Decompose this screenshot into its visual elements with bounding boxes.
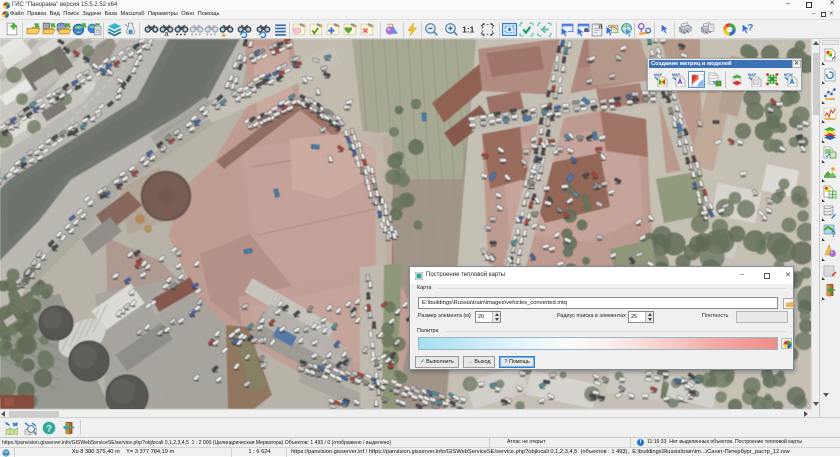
svg-text:MAP: MAP [654, 73, 663, 77]
svg-text:MAP..: MAP.. [672, 73, 682, 77]
svg-text:?: ? [46, 423, 52, 434]
svg-text:1:1: 1:1 [462, 25, 475, 35]
svg-text:a: a [599, 22, 604, 30]
svg-text:?: ? [748, 23, 754, 34]
svg-text:?: ? [831, 230, 836, 238]
svg-text:MAP: MAP [748, 73, 757, 77]
svg-text:MTW: MTW [784, 73, 793, 77]
